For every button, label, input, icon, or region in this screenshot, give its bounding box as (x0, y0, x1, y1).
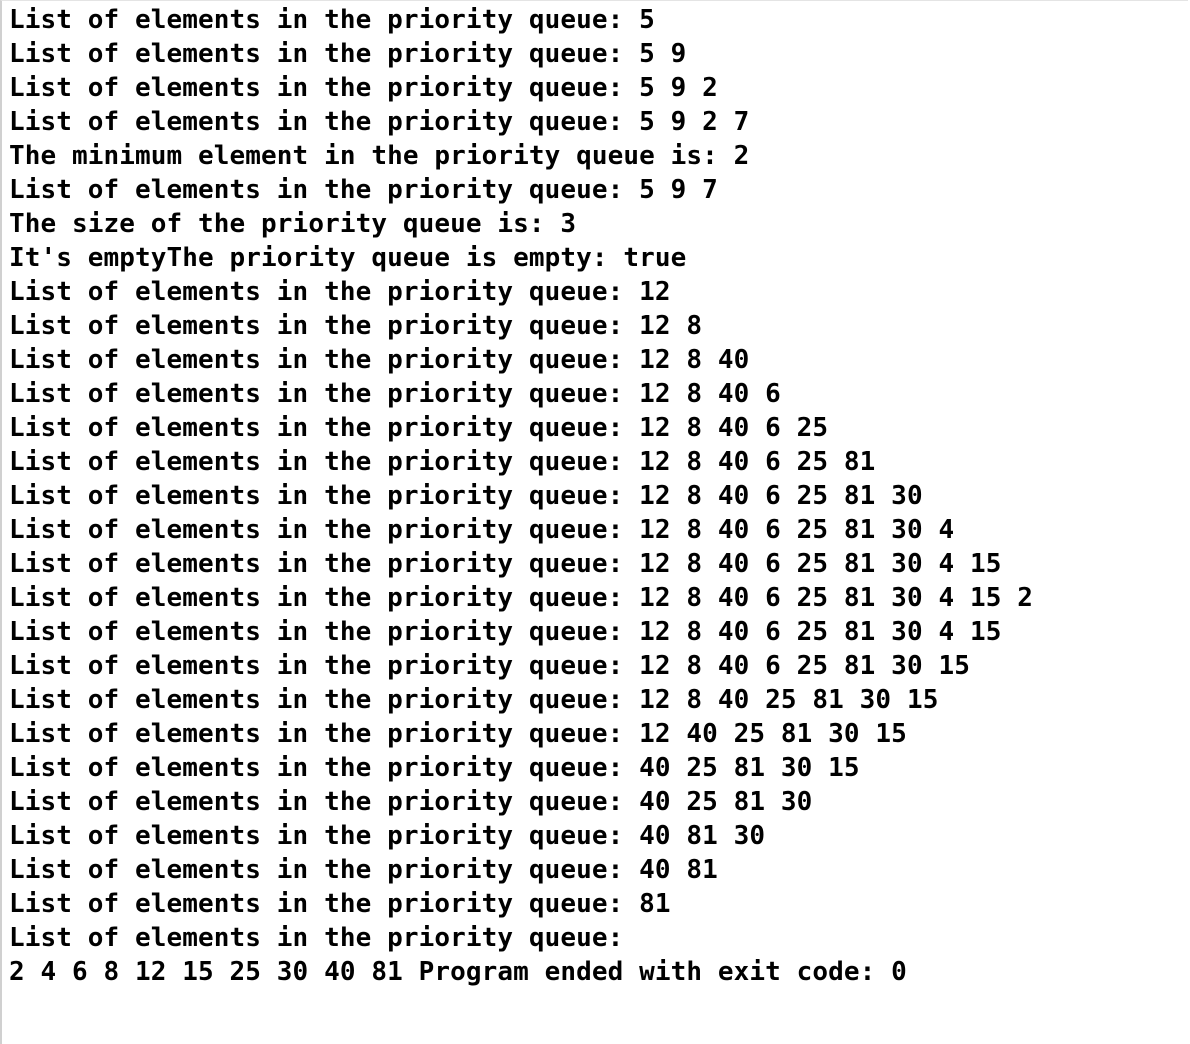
console-line: List of elements in the priority queue: … (9, 107, 750, 137)
console-line: The size of the priority queue is: 3 (9, 209, 577, 239)
console-line: List of elements in the priority queue: … (9, 753, 860, 783)
console-line: The minimum element in the priority queu… (9, 141, 750, 171)
console-line: List of elements in the priority queue: … (9, 175, 718, 205)
console-line: List of elements in the priority queue: … (9, 651, 970, 681)
console-line: List of elements in the priority queue: … (9, 277, 671, 307)
console-line: List of elements in the priority queue: … (9, 617, 1002, 647)
console-line: List of elements in the priority queue: … (9, 447, 876, 477)
console-line: List of elements in the priority queue: … (9, 821, 766, 851)
console-line: List of elements in the priority queue: … (9, 889, 671, 919)
console-line: 2 4 6 8 12 15 25 30 40 81 Program ended … (9, 957, 907, 987)
console-line: List of elements in the priority queue: … (9, 515, 955, 545)
console-lines: List of elements in the priority queue: … (9, 3, 1033, 989)
console-line: List of elements in the priority queue: … (9, 549, 1002, 579)
console-line: List of elements in the priority queue: … (9, 379, 781, 409)
console-line: List of elements in the priority queue: … (9, 345, 750, 375)
console-line: List of elements in the priority queue: … (9, 719, 907, 749)
console-line: List of elements in the priority queue: … (9, 481, 923, 511)
console-output[interactable]: List of elements in the priority queue: … (0, 0, 1188, 1044)
console-line: List of elements in the priority queue: … (9, 5, 655, 35)
console-line: List of elements in the priority queue: … (9, 311, 703, 341)
console-line: List of elements in the priority queue: … (9, 685, 939, 715)
console-line: List of elements in the priority queue: … (9, 787, 813, 817)
console-line: List of elements in the priority queue: … (9, 583, 1033, 613)
console-line: List of elements in the priority queue: … (9, 855, 718, 885)
console-line: List of elements in the priority queue: … (9, 39, 687, 69)
console-line: List of elements in the priority queue: … (9, 73, 718, 103)
console-line: It's emptyThe priority queue is empty: t… (9, 243, 687, 273)
console-line: List of elements in the priority queue: (9, 923, 624, 953)
console-line: List of elements in the priority queue: … (9, 413, 829, 443)
